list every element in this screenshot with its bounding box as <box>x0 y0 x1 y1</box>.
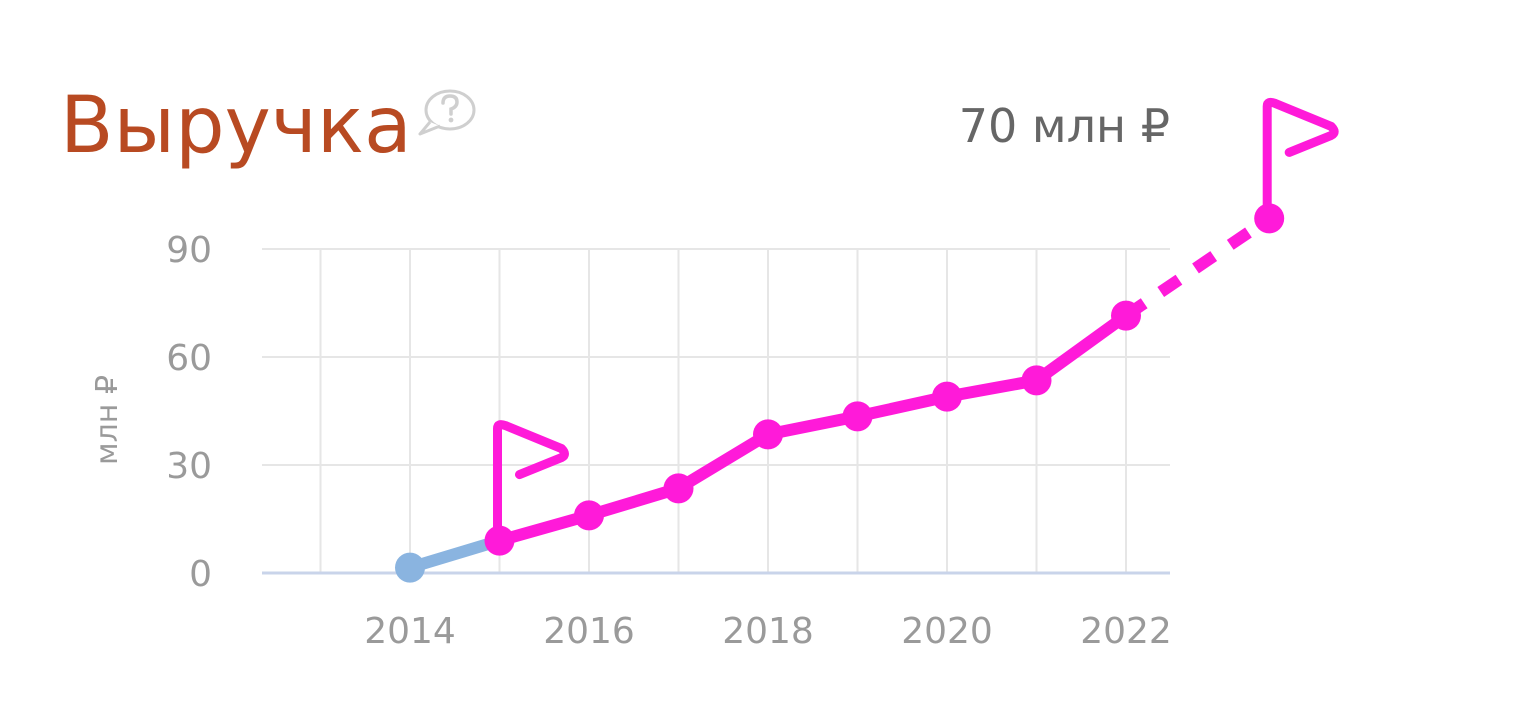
data-point <box>663 473 694 504</box>
data-point <box>1021 365 1052 396</box>
data-point <box>753 419 783 450</box>
flag-icon <box>1262 97 1339 223</box>
data-point <box>842 401 873 432</box>
y-axis-ticks: 0 30 60 90 <box>166 230 212 595</box>
y-tick-label: 30 <box>166 446 212 487</box>
flags <box>493 97 1339 546</box>
x-tick-label: 2018 <box>722 611 814 652</box>
data-point <box>395 552 425 583</box>
x-axis-ticks: 2014 2016 2018 2020 2022 <box>364 611 1172 652</box>
revenue-chart: 0 30 60 90 млн ₽ 2014 2016 2018 2020 2022 <box>90 97 1339 652</box>
data-point <box>932 381 962 412</box>
x-tick-label: 2016 <box>543 611 635 652</box>
y-tick-label: 90 <box>166 230 212 271</box>
series-line <box>395 203 1285 583</box>
data-point <box>574 500 604 531</box>
series-forecast-line <box>1122 213 1273 321</box>
x-tick-label: 2022 <box>1080 611 1172 652</box>
y-axis-label: млн ₽ <box>90 375 125 465</box>
data-point <box>1111 300 1141 331</box>
y-tick-label: 0 <box>189 554 212 595</box>
chart-grid <box>262 248 1170 575</box>
y-tick-label: 60 <box>166 338 212 379</box>
x-tick-label: 2020 <box>901 611 993 652</box>
x-tick-label: 2014 <box>364 611 456 652</box>
